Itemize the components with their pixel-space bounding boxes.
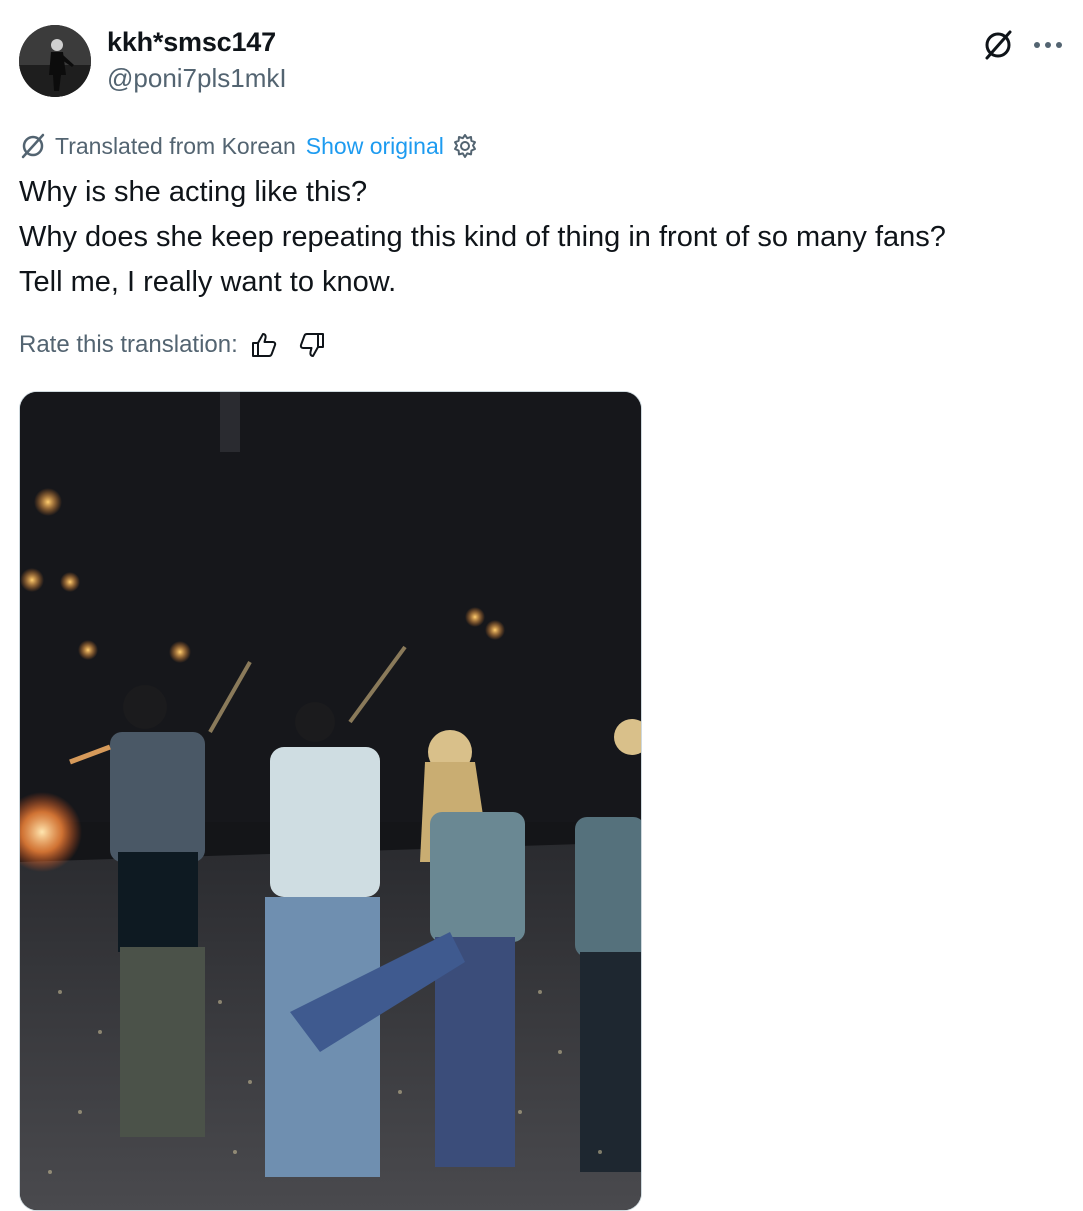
translation-label: Translated from Korean — [55, 132, 296, 159]
display-name[interactable]: kkh*smsc147 — [107, 27, 276, 58]
show-original-link[interactable]: Show original — [306, 133, 444, 160]
user-handle[interactable]: @poni7pls1mkI — [107, 63, 287, 94]
avatar[interactable] — [19, 25, 91, 97]
rate-translation: Rate this translation: — [19, 328, 326, 362]
media-video[interactable] — [19, 391, 642, 1211]
more-icon[interactable] — [1030, 28, 1066, 62]
thumbs-up-icon[interactable] — [250, 331, 278, 359]
gear-icon[interactable] — [452, 133, 478, 159]
tweet-text: Why is she acting like this? Why does sh… — [19, 170, 946, 305]
thumbs-down-icon[interactable] — [298, 331, 326, 359]
tweet-line: Tell me, I really want to know. — [19, 266, 397, 298]
tweet-line: Why does she keep repeating this kind of… — [19, 221, 946, 253]
translate-icon[interactable] — [980, 28, 1016, 62]
translate-icon — [19, 132, 47, 160]
tweet-line: Why is she acting like this? — [19, 176, 368, 208]
translation-bar: Translated from Korean Show original — [19, 130, 478, 162]
rate-label: Rate this translation: — [19, 331, 238, 358]
